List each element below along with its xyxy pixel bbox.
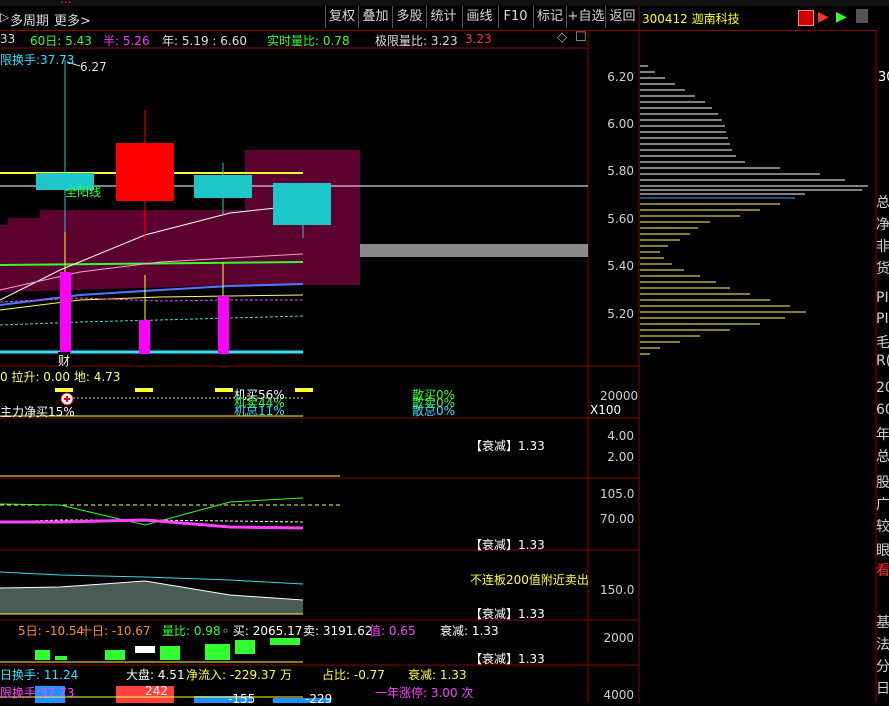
unit-x100: X100 [590,403,622,417]
side-label-9: 60 [876,402,889,418]
retail-total-label: 散总0% [412,404,456,418]
bar-label-229: -229 [305,692,333,706]
price-tick-620: 6.20 [607,70,634,84]
panel7-tick-4000: 4000 [603,688,634,702]
side-label-1: 净 [876,217,889,233]
gray-bar [360,244,588,257]
share-ratio: 占比: -0.77 [322,668,385,682]
panel4-tick-105: 105.0 [600,487,635,501]
side-label-16[interactable]: 看 [876,560,889,580]
side-label-2: 非 [876,239,889,255]
panel3-tick-400: 4.00 [607,429,634,443]
volume-bar-2 [139,320,150,354]
high-price-label: 6.27 [80,60,107,74]
panel6-tick-2000: 2000 [603,631,634,645]
panel5-tick-150: 150.0 [600,583,635,597]
price-tick-600: 6.00 [607,117,634,131]
volume-bar-3 [218,296,229,354]
full-yang-annotation: 全阳线 [65,185,102,199]
panel7-decay: 衰减: 1.33 [408,668,467,682]
side-label-7: R( [876,353,889,369]
vol-ratio-label: 量比: 0.98 [162,624,221,638]
panel4-tick-70: 70.00 [600,512,635,526]
sell-notice: 不连板200值附近卖出 [470,573,589,587]
panel5-decay: 【衰减】1.33 [470,607,545,621]
value-label: 值: 0.65 [369,624,416,638]
d10-label: 十日: -10.67 [80,624,151,638]
inst-total-label: 机总11% [234,404,285,418]
panel3-decay: 【衰减】1.33 [470,439,545,453]
side-label-20: 日 [876,681,889,697]
side-label-15[interactable]: 眼 [876,540,889,560]
side-label-0: 总 [876,195,889,211]
market-index: 大盘: 4.51 [126,668,185,682]
main-net-buy: 主力净买15% [0,405,75,419]
candle-4 [273,183,331,225]
side-label-14: 较 [876,519,889,535]
price-tick-540: 5.40 [607,259,634,273]
finance-annotation: 财 [58,352,71,369]
buy-amount: ◦ 买: 2065.17 [222,624,303,638]
panel4-decay: 【衰减】1.33 [470,538,545,552]
chart-canvas [0,6,877,703]
volume-profile [640,65,868,355]
side-label-3: 货 [876,261,889,277]
side-label-8: 20 [876,380,889,396]
side-label-4: PI [876,290,889,306]
year-limit-up: 一年涨停: 3.00 次 [375,686,474,700]
sell-amount: 卖: 3191.62 [303,624,373,638]
bar-label-155: -155 [228,692,256,706]
side-label-17: 基 [876,615,889,631]
turnover-limit-label: 限换手:37.73 [0,53,75,67]
side-label-5: PI [876,311,889,327]
side-label-10: 年 [876,427,889,443]
side-label-13: 广 [876,497,889,513]
side-label-19: 分 [876,659,889,675]
price-tick-560: 5.60 [607,212,634,226]
bar-label-242: 242 [145,684,168,698]
limit-turnover-bottom: 限换手:37.73 [0,686,75,700]
candle-2 [116,143,174,201]
price-tick-580: 5.80 [607,164,634,178]
side-number: 30 [878,70,889,85]
d5-label: 5日: -10.54 [18,624,85,638]
price-tick-520: 5.20 [607,307,634,321]
side-label-6: 毛 [876,335,889,351]
side-label-18: 法 [876,637,889,653]
candle-3 [194,175,252,198]
pull-row: 0 拉升: 0.00 地: 4.73 [0,370,121,384]
panel3-tick-200: 2.00 [607,450,634,464]
capital-tick-20000: 20000 [600,389,639,403]
panel6-decay-top: 衰减: 1.33 [440,624,499,638]
volume-bar-1 [60,272,71,354]
panel6-decay: 【衰减】1.33 [470,652,545,666]
side-label-11: 总 [876,449,889,465]
net-inflow: 净流入: -229.37 万 [186,668,292,682]
daily-turnover: 日换手: 11.24 [0,668,79,682]
side-label-12: 股 [876,475,889,491]
